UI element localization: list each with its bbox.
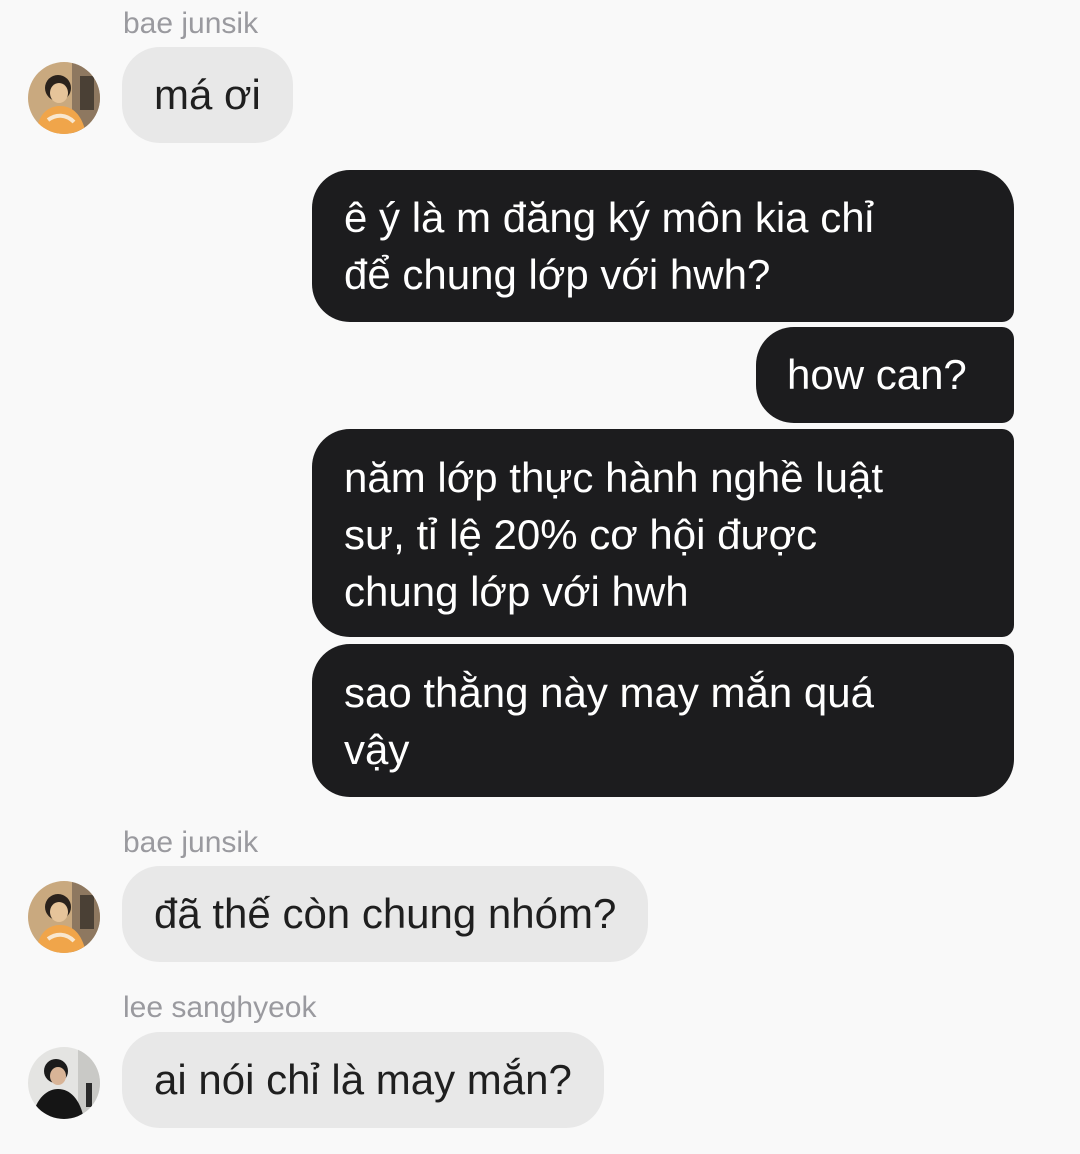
message-bubble[interactable]: ai nói chỉ là may mắn? (122, 1032, 604, 1128)
message-text: how can? (787, 351, 967, 398)
message-text: ai nói chỉ là may mắn? (154, 1056, 572, 1103)
message-text-line: sư, tỉ lệ 20% cơ hội được (344, 511, 818, 558)
sender-name: bae junsik (123, 7, 259, 40)
message-text-line: chung lớp với hwh (344, 568, 689, 615)
message-text-line: ê ý là m đăng ký môn kia chỉ (344, 194, 874, 241)
message-bubble[interactable]: sao thằng này may mắn quá vậy (312, 644, 1014, 797)
message-text-line: để chung lớp với hwh? (344, 251, 771, 298)
message-bubble[interactable]: how can? (756, 327, 1014, 423)
message-text: đã thế còn chung nhóm? (154, 890, 617, 937)
message-text-line: năm lớp thực hành nghề luật (344, 454, 884, 501)
sender-name: lee sanghyeok (123, 991, 317, 1024)
avatar[interactable] (28, 1047, 100, 1119)
sender-name: bae junsik (123, 826, 259, 859)
avatar[interactable] (28, 881, 100, 953)
avatar-photo (28, 881, 100, 953)
message-bubble[interactable]: ê ý là m đăng ký môn kia chỉ để chung lớ… (312, 170, 1014, 322)
message-bubble[interactable]: má ơi (122, 47, 293, 143)
message-text: má ơi (154, 71, 261, 118)
message-bubble[interactable]: năm lớp thực hành nghề luật sư, tỉ lệ 20… (312, 429, 1014, 637)
message-text-line: vậy (344, 726, 410, 773)
message-text-line: sao thằng này may mắn quá (344, 669, 875, 716)
chat-screen: { "messages": [ {"sender": "bae junsik",… (0, 0, 1080, 1154)
avatar-photo (28, 62, 100, 134)
message-bubble[interactable]: đã thế còn chung nhóm? (122, 866, 649, 962)
avatar-photo (28, 1047, 100, 1119)
avatar[interactable] (28, 62, 100, 134)
